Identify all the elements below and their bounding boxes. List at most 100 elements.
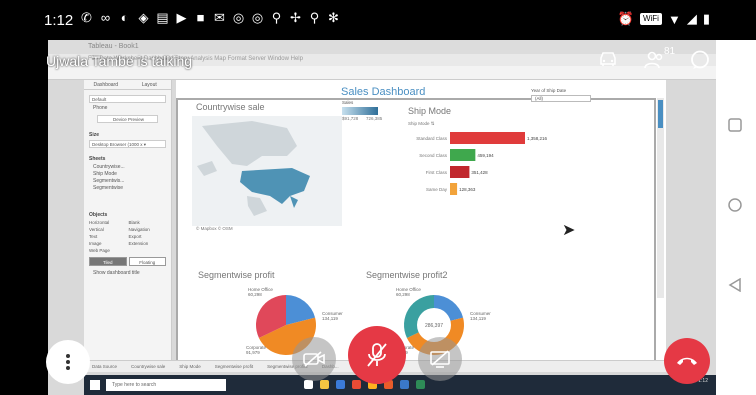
ship-bar	[450, 132, 525, 144]
end-call-button[interactable]	[664, 338, 710, 384]
ship-value-label: 459,194	[477, 153, 494, 158]
instagram-icon: ◎	[251, 10, 264, 25]
app-icon: ◈	[138, 10, 149, 25]
segment-title: Segmentwise profit	[198, 270, 275, 280]
device-default[interactable]: Default	[89, 95, 166, 103]
snowflake-icon: ✻	[328, 10, 339, 25]
sheet-item[interactable]: Segmentwis...	[89, 178, 166, 185]
alarm-icon: ⏰	[617, 11, 634, 26]
donut-center-label: 286,397	[425, 323, 443, 329]
map-credit: © Mapbox © OSM	[196, 226, 233, 231]
more-options-button[interactable]	[46, 340, 90, 384]
pie-slice-label: Home Office 60,298	[248, 287, 273, 297]
tiled-button[interactable]: Tiled	[89, 257, 127, 266]
dashboard-scrollbar[interactable]	[657, 98, 664, 298]
pane-tabs: Dashboard Layout	[84, 80, 171, 90]
floating-button[interactable]: Floating	[128, 257, 166, 266]
back-button[interactable]	[728, 277, 744, 294]
ship-value-label: 1,358,216	[527, 136, 548, 141]
whatsapp-icon: ✆	[81, 10, 92, 25]
sheet-tab[interactable]: Segmentwise profit	[215, 364, 253, 369]
active-speaker-label: Ujwala Tambe is talking	[46, 53, 193, 69]
object-blank[interactable]: Blank	[129, 220, 167, 225]
chrome-icon[interactable]	[352, 380, 361, 389]
pin-icon: ⚲	[309, 10, 320, 25]
year-filter-select[interactable]: (All)	[531, 95, 591, 102]
share-screen-button[interactable]	[418, 337, 462, 381]
edge-icon[interactable]	[336, 380, 345, 389]
ship-bar	[450, 183, 458, 195]
car-mode-icon[interactable]	[598, 50, 618, 68]
sales-legend-label: Sales	[342, 100, 354, 105]
size-select[interactable]: Desktop Browser (1000 x ▾	[89, 140, 166, 148]
pie-label-line: 134,119	[470, 316, 486, 321]
battery-icon: ▮	[702, 11, 710, 26]
windows-start-icon[interactable]	[90, 380, 100, 390]
ship-bar	[450, 166, 470, 178]
pin-icon: ⚲	[271, 10, 282, 25]
sales-legend-min: $91,728	[342, 116, 359, 121]
scroll-thumb[interactable]	[658, 100, 663, 128]
sales-legend-gradient	[342, 107, 378, 115]
pie-label-line: 60,298	[248, 292, 262, 297]
instagram-icon: ◎	[232, 10, 245, 25]
tab-dashboard[interactable]: Dashboard	[84, 80, 128, 89]
objects-grid: Horizontal Blank Vertical Navigation Tex…	[89, 220, 166, 253]
sheet-item[interactable]: Ship Mode	[89, 171, 166, 178]
explorer-icon[interactable]	[320, 380, 329, 389]
mouse-cursor-icon: ➤	[562, 222, 576, 239]
excel-icon[interactable]	[416, 380, 425, 389]
mute-toggle-button[interactable]	[348, 326, 406, 384]
object-export[interactable]: Export	[129, 234, 167, 239]
status-time: 1:12	[44, 12, 74, 29]
object-vertical[interactable]: Vertical	[89, 227, 127, 232]
taskview-icon[interactable]	[304, 380, 313, 389]
show-title-checkbox[interactable]: Show dashboard title	[89, 270, 166, 277]
video-toggle-button[interactable]	[292, 337, 336, 381]
sheet-item[interactable]: Segmentwise	[89, 185, 166, 192]
ship-mode-chart: Standard Class 1,358,216 Second Class 459,1…	[416, 132, 548, 195]
participant-count: 81	[664, 46, 676, 57]
sheets-section: Sheets Countrywise... Ship Mode Segmentw…	[84, 153, 171, 195]
pie-slice-label: Corporate91,979	[246, 345, 267, 355]
home-button[interactable]	[728, 198, 744, 214]
participants-icon[interactable]	[644, 50, 666, 70]
android-nav-bar	[716, 40, 756, 395]
triangle-icon	[728, 277, 741, 293]
message-icon: ▤	[156, 10, 169, 25]
tab-layout[interactable]: Layout	[128, 80, 172, 89]
dashboard-canvas: Sales Dashboard Countrywise sale © Mapbo…	[176, 80, 666, 360]
pinwheel-icon: ✢	[290, 10, 301, 25]
ship-category-label: Standard Class	[416, 136, 448, 141]
device-preview-button[interactable]: Device Preview	[97, 115, 158, 123]
object-navigation[interactable]: Navigation	[129, 227, 167, 232]
signal-icon: ◢	[686, 11, 697, 26]
object-image[interactable]: Image	[89, 241, 127, 246]
mail-icon: ✉	[214, 10, 225, 25]
sheet-tab-data-source[interactable]: Data Source	[92, 364, 117, 369]
ship-category-label: Second Class	[419, 153, 448, 158]
wifi-badge: WiFi	[639, 13, 662, 25]
size-label: Size	[89, 132, 100, 138]
pie-label-line: 91,979	[246, 350, 260, 355]
infinity-icon: ∞	[100, 10, 111, 25]
ship-value-label: 351,428	[471, 170, 488, 175]
sheet-item[interactable]: Countrywise...	[89, 164, 166, 171]
object-horizontal[interactable]: Horizontal	[89, 220, 127, 225]
sheet-tab[interactable]: Countrywise sale	[131, 364, 165, 369]
device-phone[interactable]: Phone	[89, 105, 166, 112]
segment2-title: Segmentwise profit2	[366, 270, 448, 280]
ship-category-label: First Class	[426, 170, 448, 175]
object-text[interactable]: Text	[89, 234, 127, 239]
phone-screen: 1:12 ✆ ∞ ◐ ◈ ▤ ▶ ■ ✉ ◎ ◎ ⚲ ✢ ⚲ ✻ ⏰ WiFi …	[0, 0, 756, 395]
taskbar-search[interactable]: Type here to search	[106, 379, 226, 391]
object-extension[interactable]: Extension	[129, 241, 167, 246]
object-webpage[interactable]: Web Page	[89, 248, 127, 253]
word-icon[interactable]	[400, 380, 409, 389]
sheet-tab[interactable]: Ship Mode	[179, 364, 201, 369]
square-icon	[728, 118, 742, 132]
country-map	[192, 116, 342, 226]
sheets-label: Sheets	[89, 156, 106, 162]
recents-button[interactable]	[728, 118, 744, 134]
chat-icon[interactable]	[690, 50, 710, 70]
